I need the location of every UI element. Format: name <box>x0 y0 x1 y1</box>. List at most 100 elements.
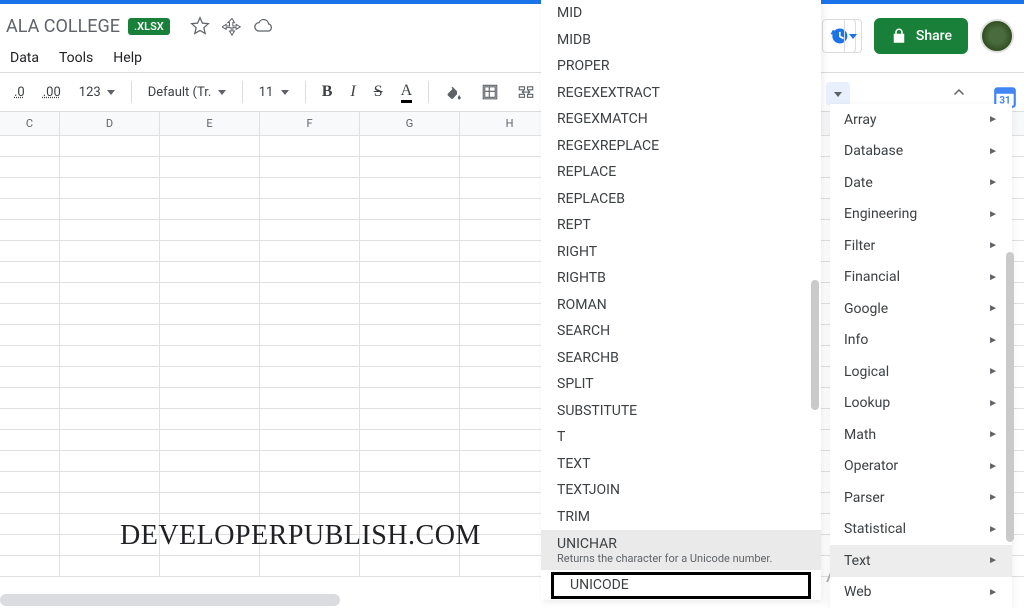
column-header[interactable]: E <box>160 112 260 135</box>
category-item-lookup[interactable]: Lookup► <box>830 388 1012 420</box>
avatar[interactable] <box>980 19 1014 53</box>
cell[interactable] <box>60 304 160 324</box>
collapse-sidebar-button[interactable] <box>950 84 968 106</box>
cell[interactable] <box>160 199 260 219</box>
function-item-trim[interactable]: TRIM <box>541 504 821 531</box>
cell[interactable] <box>260 304 360 324</box>
cell[interactable] <box>60 556 160 576</box>
cell[interactable] <box>360 409 460 429</box>
decrease-decimal-button[interactable]: .0 <box>8 78 31 106</box>
category-item-array[interactable]: Array► <box>830 104 1012 136</box>
function-item-search[interactable]: SEARCH <box>541 318 821 345</box>
function-item-substitute[interactable]: SUBSTITUTE <box>541 398 821 425</box>
function-menu-scrollbar[interactable] <box>811 280 819 410</box>
cell[interactable] <box>60 157 160 177</box>
move-icon[interactable] <box>222 16 242 36</box>
cell[interactable] <box>260 430 360 450</box>
function-item-replace[interactable]: REPLACE <box>541 159 821 186</box>
function-item-replaceb[interactable]: REPLACEB <box>541 186 821 213</box>
cell[interactable] <box>0 367 60 387</box>
menu-tools[interactable]: Tools <box>59 50 93 66</box>
cell[interactable] <box>0 535 60 555</box>
cell[interactable] <box>360 346 460 366</box>
cell[interactable] <box>260 346 360 366</box>
cell[interactable] <box>260 241 360 261</box>
cell[interactable] <box>160 157 260 177</box>
cell[interactable] <box>360 178 460 198</box>
cell[interactable] <box>0 283 60 303</box>
cell[interactable] <box>160 346 260 366</box>
cell[interactable] <box>160 472 260 492</box>
cell[interactable] <box>0 220 60 240</box>
cell[interactable] <box>160 388 260 408</box>
column-header[interactable]: G <box>360 112 460 135</box>
column-header[interactable]: F <box>260 112 360 135</box>
cell[interactable] <box>160 409 260 429</box>
category-item-logical[interactable]: Logical► <box>830 356 1012 388</box>
cell[interactable] <box>160 325 260 345</box>
function-item-textjoin[interactable]: TEXTJOIN <box>541 477 821 504</box>
cell[interactable] <box>260 493 360 513</box>
cell[interactable] <box>360 220 460 240</box>
share-button[interactable]: Share <box>874 18 968 54</box>
cell[interactable] <box>160 304 260 324</box>
cell[interactable] <box>360 367 460 387</box>
function-item-rept[interactable]: REPT <box>541 212 821 239</box>
cell[interactable] <box>0 178 60 198</box>
cell[interactable] <box>160 262 260 282</box>
cell[interactable] <box>60 451 160 471</box>
cell[interactable] <box>60 325 160 345</box>
history-dropdown-button[interactable] <box>844 19 862 53</box>
cell[interactable] <box>160 556 260 576</box>
font-selector[interactable]: Default (Tr... <box>142 85 232 100</box>
function-item-mid[interactable]: MID <box>541 0 821 27</box>
category-item-filter[interactable]: Filter► <box>830 230 1012 262</box>
cell[interactable] <box>360 430 460 450</box>
category-item-google[interactable]: Google► <box>830 293 1012 325</box>
category-item-financial[interactable]: Financial► <box>830 262 1012 294</box>
cell[interactable] <box>60 220 160 240</box>
category-item-text[interactable]: Text► <box>830 545 1012 577</box>
cell[interactable] <box>360 262 460 282</box>
cell[interactable] <box>260 220 360 240</box>
cell[interactable] <box>0 472 60 492</box>
cell[interactable] <box>60 241 160 261</box>
cell[interactable] <box>260 367 360 387</box>
cell[interactable] <box>0 262 60 282</box>
cell[interactable] <box>360 388 460 408</box>
cell[interactable] <box>60 283 160 303</box>
cell[interactable] <box>60 136 160 156</box>
cell[interactable] <box>0 346 60 366</box>
cell[interactable] <box>260 409 360 429</box>
cell[interactable] <box>160 451 260 471</box>
cell[interactable] <box>360 283 460 303</box>
category-item-web[interactable]: Web► <box>830 577 1012 608</box>
cell[interactable] <box>360 241 460 261</box>
cell[interactable] <box>60 367 160 387</box>
cell[interactable] <box>360 556 460 576</box>
cell[interactable] <box>260 325 360 345</box>
cell[interactable] <box>0 325 60 345</box>
category-item-statistical[interactable]: Statistical► <box>830 514 1012 546</box>
category-item-date[interactable]: Date► <box>830 167 1012 199</box>
toolbar-overflow-button[interactable] <box>826 82 850 106</box>
cell[interactable] <box>0 136 60 156</box>
function-item-unicode[interactable]: UNICODE <box>551 572 811 599</box>
cell[interactable] <box>260 472 360 492</box>
cell[interactable] <box>260 283 360 303</box>
cell[interactable] <box>360 304 460 324</box>
category-item-math[interactable]: Math► <box>830 419 1012 451</box>
cell[interactable] <box>0 388 60 408</box>
font-size-selector[interactable]: 11 <box>253 85 295 100</box>
cell[interactable] <box>60 472 160 492</box>
cell[interactable] <box>260 178 360 198</box>
increase-decimal-button[interactable]: .00 <box>37 78 67 106</box>
category-item-engineering[interactable]: Engineering► <box>830 199 1012 231</box>
cell[interactable] <box>0 409 60 429</box>
cell[interactable] <box>0 304 60 324</box>
category-menu-scrollbar[interactable] <box>1006 252 1014 542</box>
function-item-regexextract[interactable]: REGEXEXTRACT <box>541 80 821 107</box>
text-color-button[interactable]: A <box>395 78 419 106</box>
function-item-roman[interactable]: ROMAN <box>541 292 821 319</box>
function-item-rightb[interactable]: RIGHTB <box>541 265 821 292</box>
